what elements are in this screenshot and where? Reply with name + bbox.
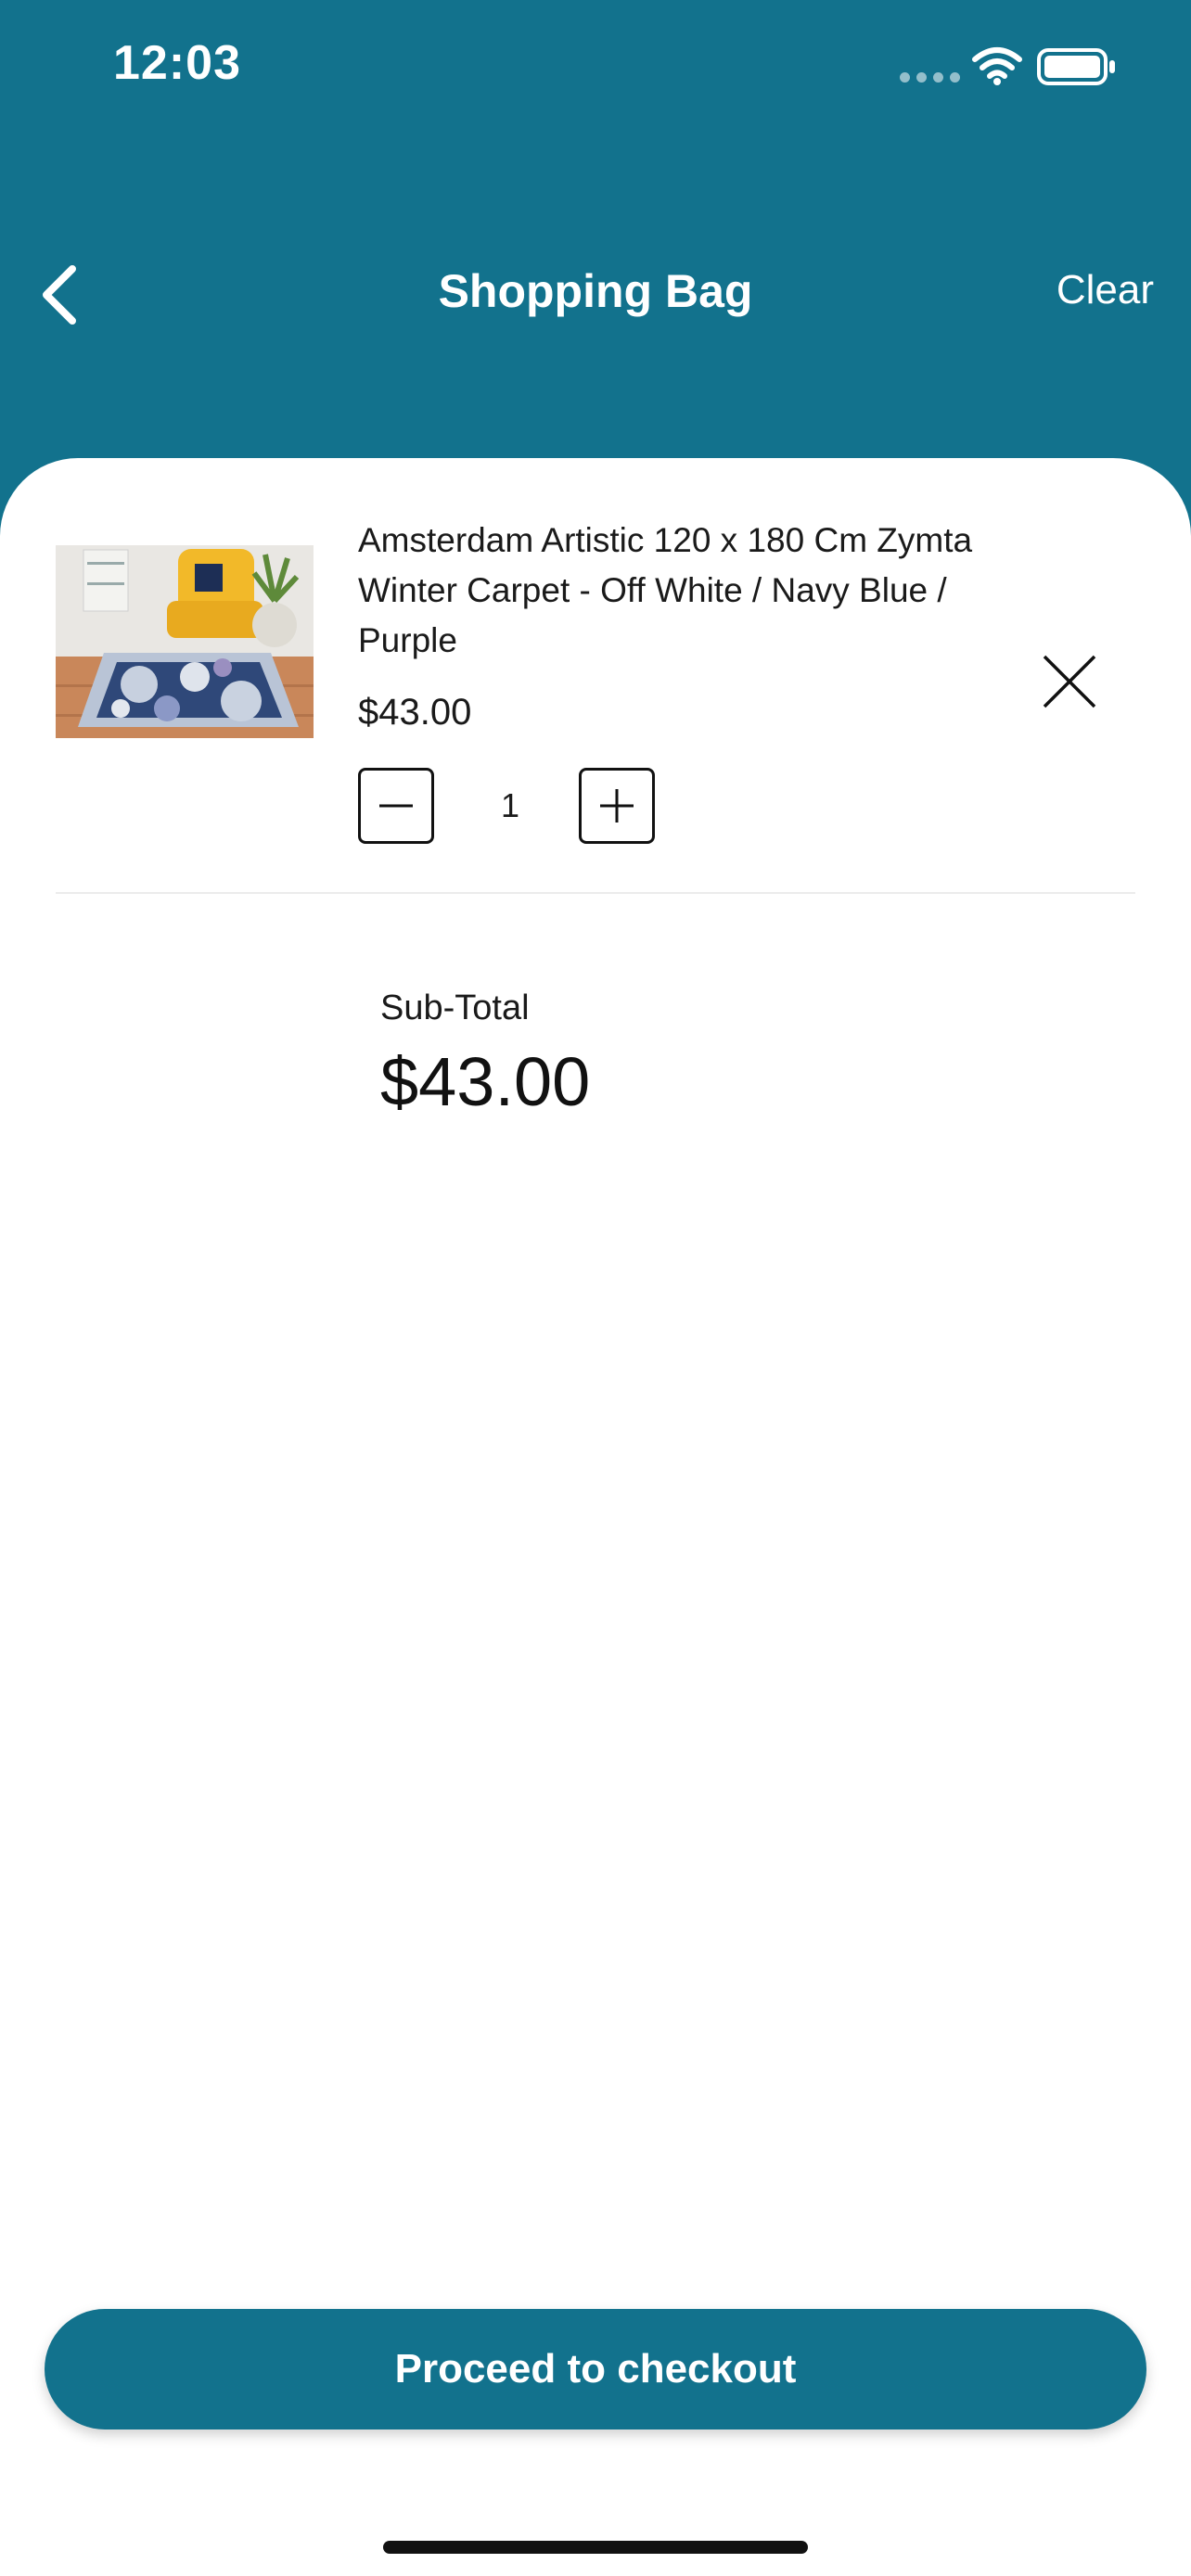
close-icon [1043,655,1096,708]
product-image[interactable] [56,545,314,738]
product-name[interactable]: Amsterdam Artistic 120 x 180 Cm Zymta Wi… [358,516,1026,666]
increase-quantity-button[interactable] [579,768,655,844]
decrease-quantity-button[interactable] [358,768,434,844]
battery-icon [1037,48,1115,85]
page-title: Shopping Bag [438,265,753,317]
subtotal-label: Sub-Total [380,988,530,1027]
checkout-button[interactable]: Proceed to checkout [45,2309,1146,2429]
home-indicator [383,2541,808,2554]
plus-icon [600,789,634,823]
minus-icon [379,804,413,808]
signal-icon [900,72,960,83]
subtotal-value: $43.00 [380,1043,591,1120]
quantity-value: 1 [500,786,520,824]
remove-item-button[interactable] [1037,649,1102,714]
wifi-icon [972,47,1022,85]
product-price: $43.00 [358,692,472,733]
clear-button[interactable]: Clear [1057,267,1154,313]
divider [56,892,1135,894]
status-time: 12:03 [113,36,241,90]
